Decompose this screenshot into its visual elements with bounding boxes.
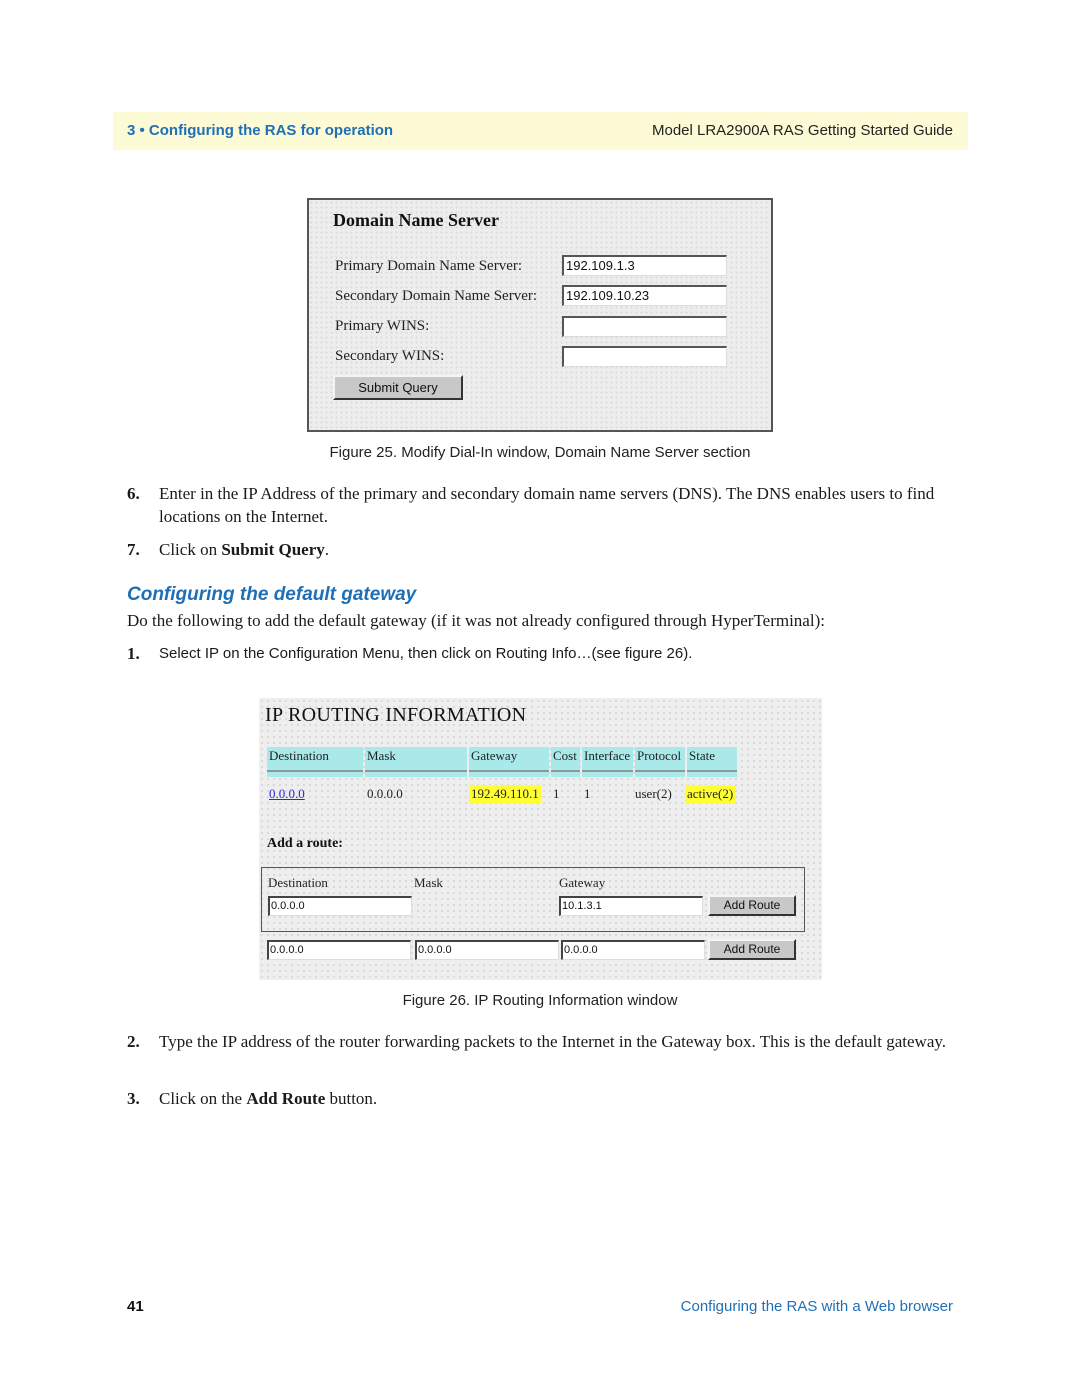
route-cost: 1: [553, 786, 560, 801]
add-gateway-input[interactable]: 10.1.3.1: [559, 896, 703, 916]
secondary-dns-label: Secondary Domain Name Server:: [335, 288, 538, 304]
running-header: 3 • Configuring the RAS for operation Mo…: [113, 112, 968, 150]
route-protocol: user(2): [635, 786, 672, 801]
col-cost: Cost: [551, 747, 580, 777]
chapter-title: 3 • Configuring the RAS for operation: [127, 122, 394, 139]
section-intro: Do the following to add the default gate…: [127, 609, 957, 632]
add-destination-label: Destination: [268, 875, 328, 890]
step-text-bold: Add Route: [246, 1089, 326, 1108]
step-3: 3. Click on the Add Route button.: [127, 1087, 957, 1110]
add-destination-input[interactable]: 0.0.0.0: [268, 896, 412, 916]
col-gateway: Gateway: [469, 747, 549, 777]
col-interface: Interface: [582, 747, 633, 777]
step-7: 7. Click on Submit Query.: [127, 538, 957, 561]
figure-26-caption: Figure 26. IP Routing Information window: [402, 992, 678, 1009]
add-route-button-2[interactable]: Add Route: [708, 939, 796, 960]
add-route-heading: Add a route:: [267, 836, 343, 851]
section-heading: Configuring the default gateway: [127, 584, 417, 605]
step-text: Click on the: [159, 1089, 247, 1108]
route-mask: 0.0.0.0: [367, 786, 403, 801]
step-number: 6.: [127, 484, 140, 503]
step-text: Click on: [159, 540, 222, 559]
figure-25-caption: Figure 25. Modify Dial-In window, Domain…: [329, 444, 751, 461]
figure-26-ip-routing: IP ROUTING INFORMATION Destination Mask …: [259, 698, 822, 980]
primary-wins-input[interactable]: [562, 316, 727, 337]
col-mask: Mask: [365, 747, 467, 777]
route2-mask-input[interactable]: 0.0.0.0: [415, 940, 559, 960]
route-destination-link[interactable]: 0.0.0.0: [267, 785, 307, 803]
route-gateway: 192.49.110.1: [469, 785, 541, 803]
primary-wins-label: Primary WINS:: [335, 318, 430, 334]
add-route-button[interactable]: Add Route: [708, 895, 796, 916]
step-6: 6. Enter in the IP Address of the primar…: [127, 482, 957, 528]
step-number: 1.: [127, 644, 140, 663]
guide-title: Model LRA2900A RAS Getting Started Guide: [651, 122, 953, 139]
route-state: active(2): [685, 785, 736, 803]
dns-form-title: Domain Name Server: [333, 210, 499, 230]
col-protocol: Protocol: [635, 747, 685, 777]
submit-query-button[interactable]: Submit Query: [333, 375, 463, 400]
step-1: 1. Select IP on the Configuration Menu, …: [127, 642, 957, 665]
page-number: 41: [127, 1298, 144, 1315]
footer-section-title: Configuring the RAS with a Web browser: [680, 1298, 953, 1315]
step-2: 2. Type the IP address of the router for…: [127, 1030, 957, 1053]
step-number: 3.: [127, 1089, 140, 1108]
route-interface: 1: [584, 786, 591, 801]
step-text: Enter in the IP Address of the primary a…: [159, 484, 935, 526]
secondary-wins-input[interactable]: [562, 346, 727, 367]
add-gateway-label: Gateway: [559, 875, 606, 890]
route2-destination-input[interactable]: 0.0.0.0: [267, 940, 411, 960]
routing-title: IP ROUTING INFORMATION: [265, 704, 527, 726]
step-text-end: .: [324, 540, 330, 559]
step-text: Select IP on the Configuration Menu, the…: [159, 645, 693, 662]
step-number: 2.: [127, 1032, 140, 1051]
secondary-wins-label: Secondary WINS:: [335, 348, 445, 364]
step-number: 7.: [127, 540, 140, 559]
col-destination: Destination: [267, 747, 363, 777]
col-state: State: [687, 747, 737, 777]
step-text: Type the IP address of the router forwar…: [159, 1032, 947, 1051]
primary-dns-label: Primary Domain Name Server:: [335, 258, 523, 274]
route2-gateway-input[interactable]: 0.0.0.0: [561, 940, 705, 960]
add-mask-label: Mask: [414, 875, 443, 890]
step-text-end: button.: [325, 1089, 378, 1108]
step-text-bold: Submit Query: [221, 540, 325, 559]
primary-dns-input[interactable]: 192.109.1.3: [562, 255, 727, 276]
secondary-dns-input[interactable]: 192.109.10.23: [562, 285, 727, 306]
intro-text: Do the following to add the default gate…: [127, 611, 825, 630]
add-route-box: Destination Mask Gateway 0.0.0.0 10.1.3.…: [261, 867, 805, 932]
figure-25-dns-form: Domain Name Server Primary Domain Name S…: [307, 198, 773, 432]
